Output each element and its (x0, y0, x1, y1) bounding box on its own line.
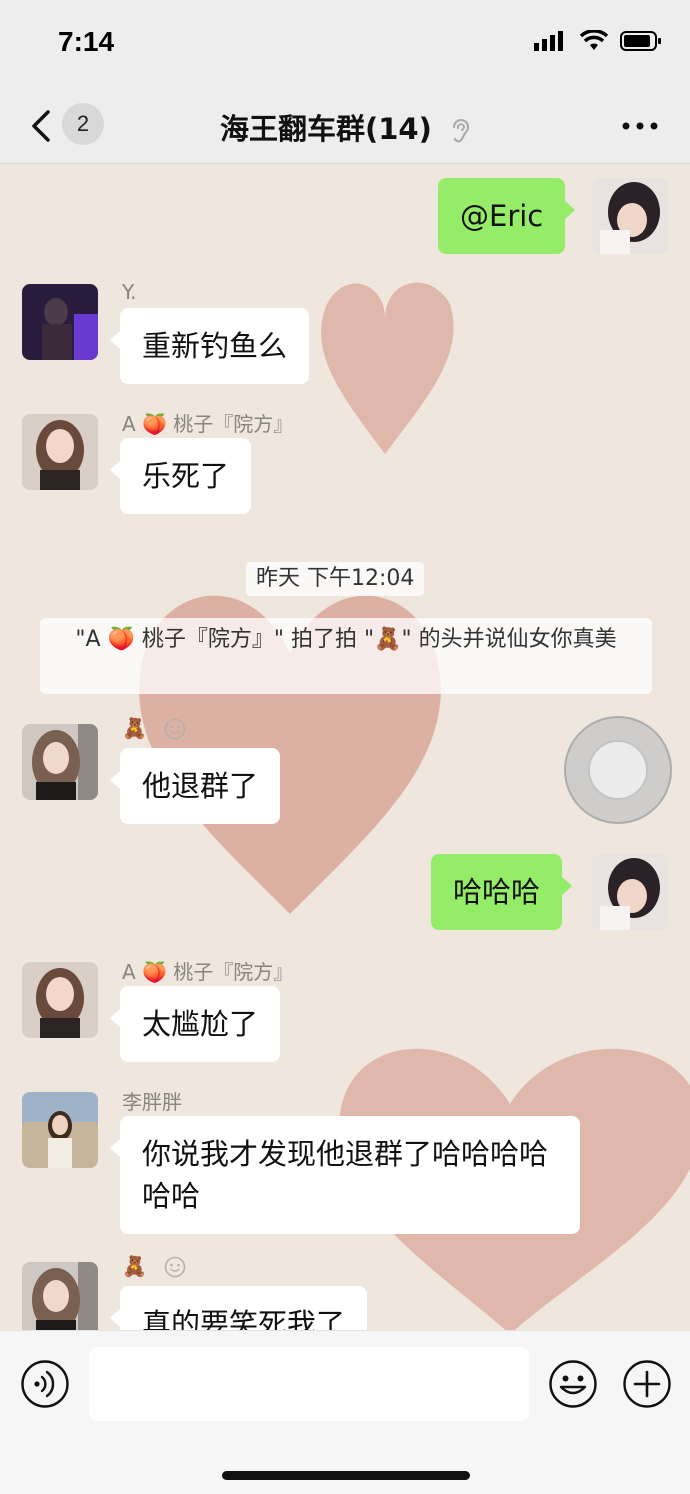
input-bar (0, 1330, 690, 1494)
emoji-icon[interactable] (548, 1359, 598, 1409)
sender-name: 🧸 (122, 716, 147, 740)
chat-title-text: 海王翻车群(14) (220, 112, 432, 146)
home-indicator[interactable] (222, 1471, 470, 1480)
avatar[interactable] (22, 724, 98, 800)
chat-area[interactable]: @Eric Y. 重新钓鱼么 A 🍑 桃子『院方』 乐死了 昨天 下午12:04… (0, 164, 690, 1330)
message-bubble-received[interactable]: 你说我才发现他退群了哈哈哈哈哈哈 (110, 1116, 580, 1234)
message-input[interactable] (89, 1347, 529, 1421)
status-bar: 7:14 (0, 0, 690, 88)
assistive-touch-button[interactable] (564, 716, 672, 824)
avatar[interactable] (22, 414, 98, 490)
message-bubble-received[interactable]: 真的要笑死我了 (109, 1286, 368, 1330)
message-timestamp: 昨天 下午12:04 (246, 562, 425, 596)
message-bubble-received[interactable]: 乐死了 (109, 438, 252, 514)
sender-name: 李胖胖 (122, 1090, 182, 1114)
system-message: "A 🍑 桃子『院方』" 拍了拍 "🧸" 的头并说仙女你真美 (40, 618, 652, 694)
message-bubble-received[interactable]: 太尴尬了 (109, 986, 281, 1062)
wifi-icon (580, 30, 608, 50)
signal-icon (534, 31, 563, 51)
message-bubble-sent[interactable]: 哈哈哈 (431, 854, 573, 930)
avatar[interactable] (22, 1262, 98, 1330)
message-bubble-sent[interactable]: @Eric (438, 178, 576, 254)
assistive-touch-inner (588, 740, 648, 800)
smile-badge-icon (164, 1256, 186, 1278)
message-bubble-received[interactable]: 重新钓鱼么 (109, 308, 310, 384)
more-icon[interactable] (620, 116, 660, 136)
avatar[interactable] (22, 1092, 98, 1168)
sender-name: Y. (122, 280, 137, 304)
status-icons (534, 30, 662, 52)
voice-input-icon[interactable] (20, 1359, 70, 1409)
sender-name: 🧸 (122, 1254, 147, 1278)
message-bubble-received[interactable]: 他退群了 (109, 748, 281, 824)
smile-badge-icon (164, 718, 186, 740)
sender-name: A 🍑 桃子『院方』 (122, 412, 294, 436)
avatar[interactable] (592, 178, 668, 254)
avatar[interactable] (592, 854, 668, 930)
sender-name: A 🍑 桃子『院方』 (122, 960, 294, 984)
heart-decoration-icon (321, 282, 454, 454)
mute-ear-icon (452, 119, 470, 143)
chat-title: 海王翻车群(14) (0, 106, 690, 148)
avatar[interactable] (22, 962, 98, 1038)
battery-icon (620, 31, 661, 51)
avatar[interactable] (22, 284, 98, 360)
nav-bar: 2 海王翻车群(14) (0, 88, 690, 164)
status-time: 7:14 (58, 26, 115, 57)
plus-icon[interactable] (622, 1359, 672, 1409)
